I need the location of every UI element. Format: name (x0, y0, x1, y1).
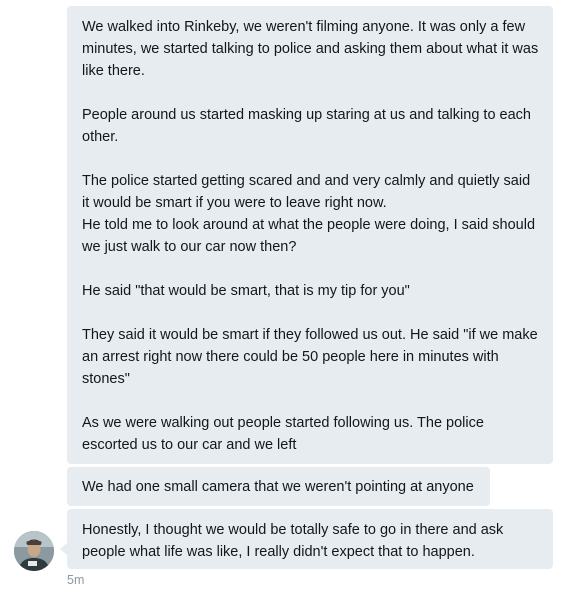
message-thread: We walked into Rinkeby, we weren't filmi… (0, 0, 577, 596)
message-paragraph: We walked into Rinkeby, we weren't filmi… (82, 19, 539, 79)
message-bubble: We walked into Rinkeby, we weren't filmi… (67, 6, 553, 464)
message-bubble: We had one small camera that we weren't … (67, 467, 490, 506)
message-text: We had one small camera that we weren't … (82, 479, 474, 495)
message-paragraph: They said it would be smart if they foll… (82, 327, 538, 387)
message-paragraph: He said "that would be smart, that is my… (82, 283, 410, 299)
message-paragraph: People around us started masking up star… (82, 107, 531, 145)
message-timestamp: 5m (67, 573, 85, 587)
message-text: Honestly, I thought we would be totally … (82, 522, 504, 560)
user-avatar-icon (14, 531, 54, 571)
avatar[interactable] (14, 531, 54, 571)
message-paragraph: As we were walking out people started fo… (82, 415, 484, 453)
message-bubble: Honestly, I thought we would be totally … (60, 509, 553, 569)
message-paragraph: The police started getting scared and an… (82, 173, 536, 255)
